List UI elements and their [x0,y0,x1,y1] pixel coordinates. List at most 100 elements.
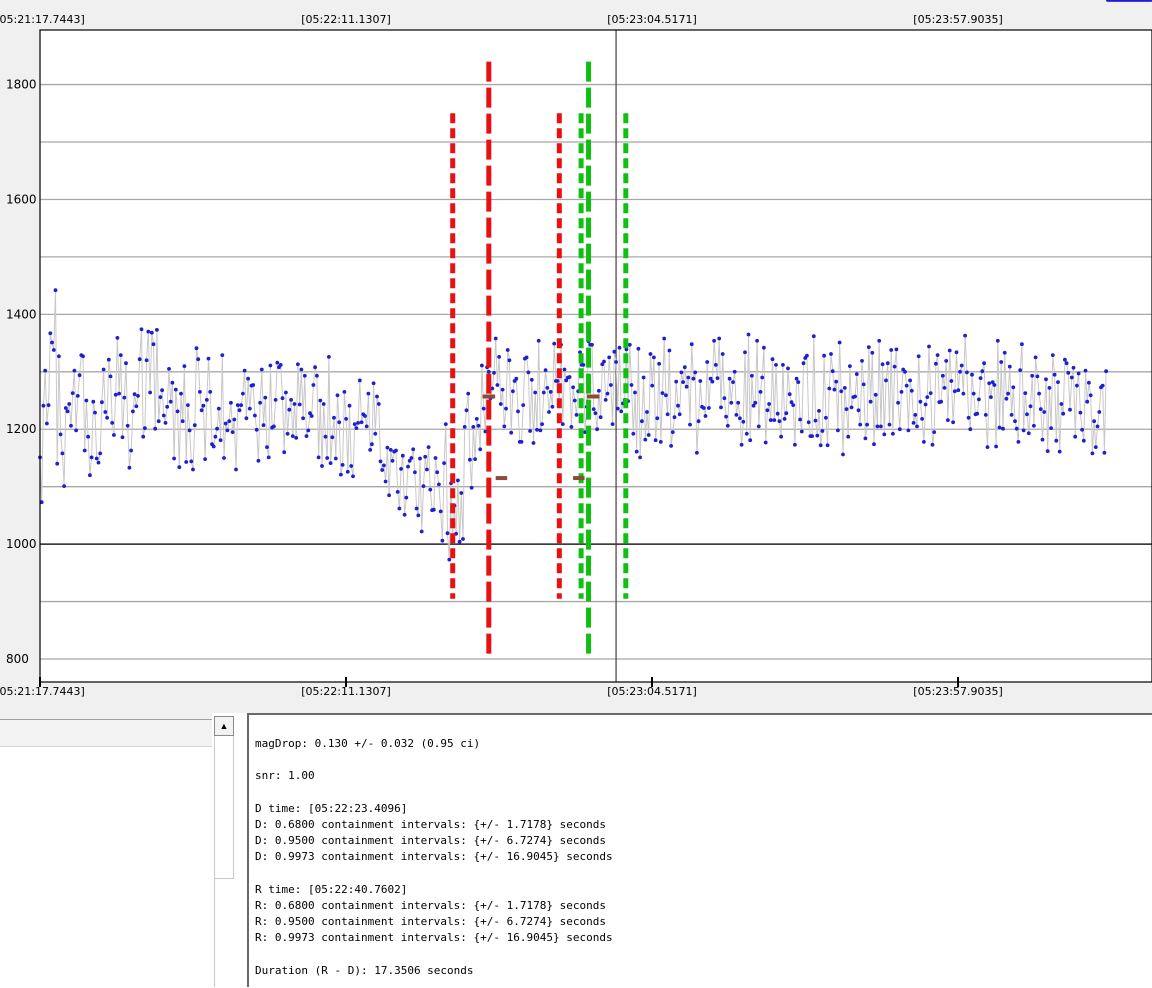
data-point [273,398,278,402]
data-point [516,409,520,414]
data-point [84,398,89,403]
data-point [562,367,567,372]
data-point [222,456,226,460]
data-point [388,448,393,452]
data-point [767,402,771,406]
data-point [775,411,780,416]
data-point [772,418,777,422]
data-point [968,427,973,432]
data-point [413,470,417,475]
y-tick-label: 1800 [6,78,37,92]
data-point [100,400,104,405]
data-point [366,391,371,396]
data-point [744,431,749,436]
data-point [177,465,182,470]
data-point [65,409,70,414]
data-point [641,375,646,380]
data-point [846,434,851,439]
data-point [1064,361,1069,366]
data-point [547,410,551,414]
data-point [866,345,871,349]
scroll-thumb[interactable] [214,878,234,987]
data-point [390,458,395,463]
data-point [1083,368,1088,373]
data-point [423,454,428,459]
data-point [655,416,660,421]
data-point [1054,438,1059,443]
data-point [603,398,608,402]
data-point [445,531,450,536]
data-point [278,363,283,367]
data-point [342,390,347,394]
data-point [880,362,885,367]
data-point [698,379,703,383]
data-point [500,387,505,392]
data-point [569,425,574,429]
data-point [335,393,340,398]
data-point [798,417,802,422]
data-point [1056,380,1060,384]
data-point [521,403,526,407]
list-item[interactable] [0,720,212,747]
data-point [471,425,476,429]
data-point [443,422,448,426]
data-point [705,360,710,364]
data-point [419,529,424,534]
data-point [261,423,266,428]
vertical-scrollbar[interactable]: ▲ [212,713,236,987]
data-point [354,426,359,430]
data-point [552,341,557,346]
data-point [720,352,725,356]
data-point [825,443,830,448]
data-point [896,400,900,405]
scroll-up-arrow-icon[interactable]: ▲ [214,716,234,736]
data-point [571,385,575,390]
data-point [313,365,317,370]
data-point [610,422,615,426]
data-point [387,493,391,498]
data-point [426,445,431,449]
data-point [457,539,462,544]
data-point [691,376,696,381]
data-point [373,431,378,436]
data-point [989,395,993,399]
data-point [545,386,550,390]
data-point [302,373,307,378]
data-point [60,451,65,456]
data-point [529,377,534,382]
light-curve-chart[interactable]: 800 1000 1200 1400 1600 1800 [05:21:17.7443] [0… [0,0,1152,705]
data-point [1088,393,1093,398]
data-point [180,419,185,424]
data-point [380,468,385,472]
data-point [763,440,768,445]
data-point [672,415,677,420]
scroll-track[interactable] [214,736,234,878]
results-list[interactable] [0,719,212,988]
data-point [1061,411,1066,416]
data-point [801,361,806,366]
data-point [832,387,837,392]
data-point [746,332,751,337]
chart-plot[interactable]: 800 1000 1200 1400 1600 1800 [05:21:17.7443] [0… [0,0,1152,705]
panel-splitter[interactable] [0,705,1152,713]
data-point [796,380,801,384]
data-point [748,438,753,443]
data-point [105,415,109,420]
data-point [299,367,304,372]
data-point [879,424,883,429]
data-point [811,334,816,339]
data-point [952,389,957,394]
data-point [395,490,400,494]
data-point [540,422,544,426]
data-point [165,404,170,409]
data-point [376,402,381,406]
data-point [693,370,698,375]
data-point [411,447,416,452]
data-point [170,380,175,385]
y-tick-label: 1400 [6,307,37,321]
data-point [311,383,316,387]
data-point [894,347,899,352]
data-point [841,452,845,457]
x-tick-label: [05:23:57.9035] [913,685,1002,698]
analysis-report-panel[interactable]: magDrop: 0.130 +/- 0.032 (0.95 ci) snr: … [247,713,1152,987]
